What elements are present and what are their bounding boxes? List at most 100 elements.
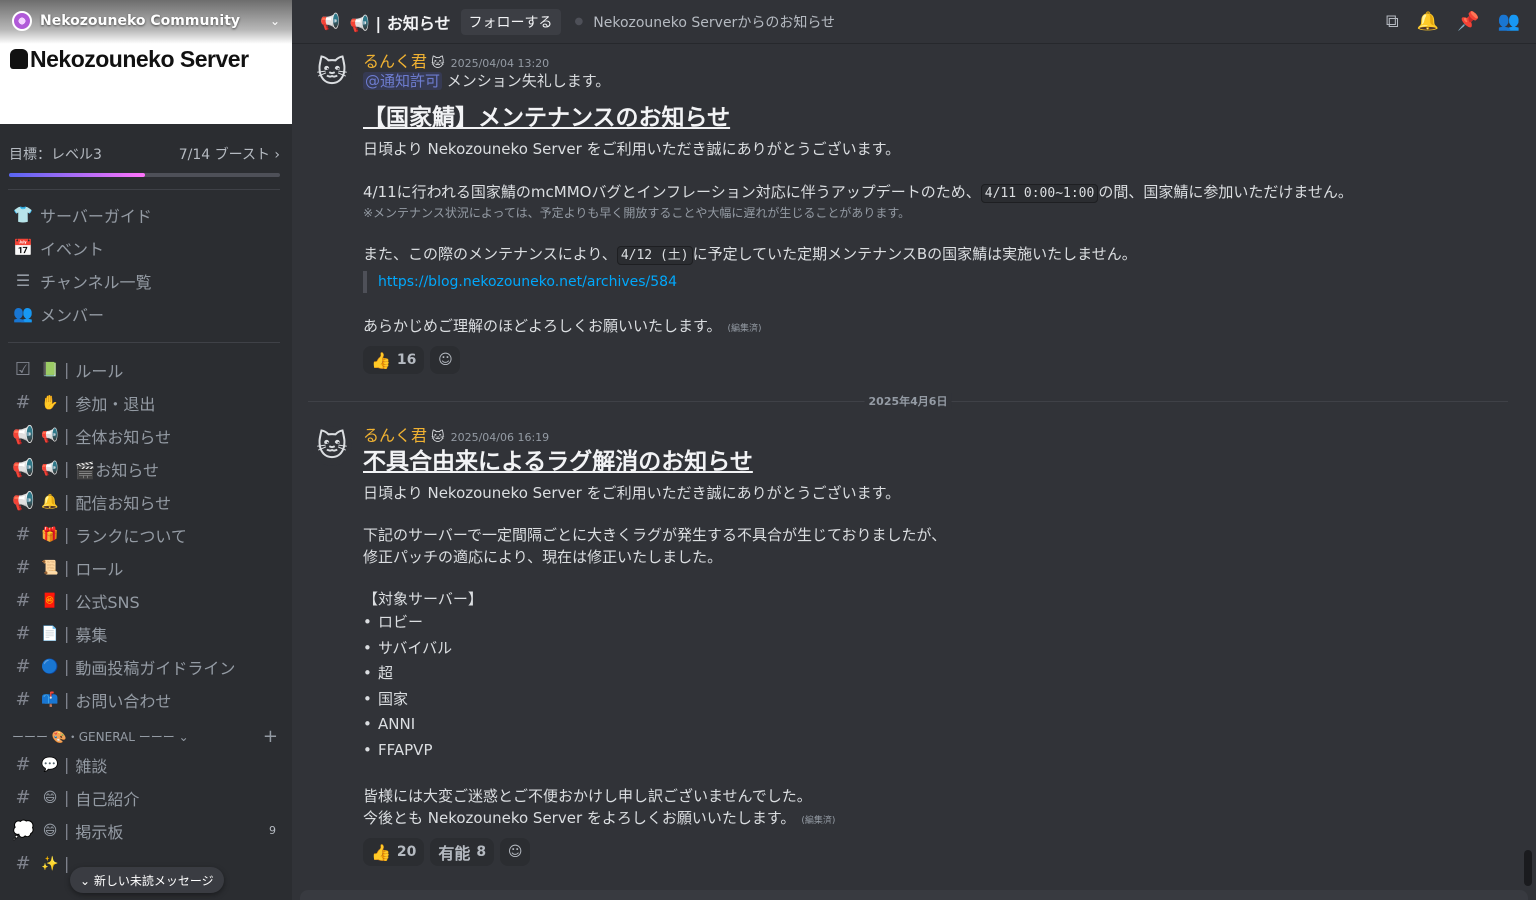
channel-emoji-icon: 📗 [41,361,59,378]
server-banner: Nekozouneko Community ⌄ Nekozouneko Serv… [0,0,292,124]
message-composer[interactable] [300,890,1528,900]
channel-separator: | [64,788,70,807]
add-reaction-button[interactable]: ☺ [430,346,461,374]
reactions: 👍 20 有能 8 ☺ [363,838,1508,866]
members-icon[interactable]: 👥 [1498,11,1520,32]
channel-label: ロール [75,559,124,579]
boost-bar-fill [9,173,145,177]
timestamp: 2025/04/06 16:19 [450,431,550,444]
list-item: サバイバル [363,636,1508,662]
channel-separator: | [64,426,70,445]
server-list: ロビーサバイバル超国家ANNIFFAPVP [363,610,1508,763]
category-label[interactable]: ーーー 🎨・GENERAL ーーー ⌄ [12,728,189,745]
author-badge-icon: 🐱 [431,430,445,445]
channel-separator: | [64,657,70,676]
bell-icon[interactable]: 🔔 [1417,11,1439,32]
message-note: ※メンテナンス状況によっては、予定よりも早く開放することや大幅に遅れが生じること… [363,206,911,220]
nav-label: イベント [40,239,105,259]
channel-item[interactable]: # 🎁 | ランクについて [8,518,292,551]
pin-icon[interactable]: 📌 [1457,11,1479,32]
channel-title: 📢 | お知らせ [349,13,451,33]
category-general[interactable]: ーーー 🎨・GENERAL ーーー ⌄ + [0,716,292,747]
channel-item[interactable]: 📢 📢 | 全体お知らせ [8,419,292,452]
message-text: 日頃より Nekozouneko Server をご利用いただき誠にありがとうご… [363,484,901,502]
threads-icon[interactable]: ⧉ [1386,11,1399,32]
channel-emoji-icon: 📜 [41,559,59,576]
message-heading: 【国家鯖】メンテナンスのお知らせ [363,105,731,131]
channel-label: 動画投稿ガイドライン [75,658,236,678]
scrollbar-thumb[interactable] [1524,850,1532,886]
message-text: 下記のサーバーで一定間隔ごとに大きくラグが発生する不具合が生じておりましたが、 [363,526,947,544]
list-item: ロビー [363,610,1508,636]
cat-logo-icon [10,49,28,69]
nav-label: チャンネル一覧 [40,272,152,292]
nav-label: メンバー [40,305,105,325]
channel-item[interactable]: 📢 🔔 | 配信お知らせ [8,485,292,518]
reaction-button[interactable]: 👍 20 [363,838,425,866]
channel-type-icon: # [15,689,31,710]
author-name[interactable]: るんく君 [363,422,427,446]
server-nav: 👕 サーバーガイド 📅 イベント ☰ チャンネル一覧 👥 メンバー [0,190,292,330]
channel-emoji-icon: 📄 [41,625,59,642]
channel-item[interactable]: # 📫 | お問い合わせ [8,683,292,716]
reaction-button[interactable]: 有能 8 [430,838,495,866]
channel-emoji-icon: 🧧 [41,592,59,609]
channel-item[interactable]: # 📄 | 募集 [8,617,292,650]
timestamp: 2025/04/04 13:20 [450,57,550,70]
channel-item[interactable]: # 🧧 | 公式SNS [8,584,292,617]
channel-type-icon: # [15,392,31,413]
boost-progress[interactable]: 目標：レベル3 7/14 ブースト › [0,124,292,177]
nav-item[interactable]: 👥 メンバー [8,297,292,330]
add-reaction-button[interactable]: ☺ [500,838,531,866]
add-channel-icon[interactable]: + [263,726,278,747]
reaction-count: 16 [396,352,417,368]
avatar[interactable]: 🐱 [312,426,352,466]
channel-item[interactable]: # ✋ | 参加・退出 [8,386,292,419]
general-channel-list: # 💬 | 雑談 # 😄 | 自己紹介 💭 😄 | 掲示板 9 # ✨ | [0,746,292,880]
reaction-button[interactable]: 👍 16 [363,346,425,374]
new-unread-messages-button[interactable]: ⌄ 新しい未読メッセージ [70,867,224,893]
channel-item[interactable]: # 💬 | 雑談 [8,748,292,781]
channel-separator: | [64,821,70,840]
channel-emoji-icon: 😄 [42,789,58,806]
message-text: 4/11に行われる国家鯖のmcMMOバグとインフレーション対応に伴うアップデート… [363,183,981,201]
chevron-down-icon[interactable]: ⌄ [270,14,280,28]
channel-type-icon: 💭 [12,820,35,841]
channel-item[interactable]: # 📜 | ロール [8,551,292,584]
nav-item[interactable]: 📅 イベント [8,231,292,264]
nav-item[interactable]: ☰ チャンネル一覧 [8,264,292,297]
channel-item[interactable]: # 😄 | 自己紹介 [8,781,292,814]
reaction-count: 8 [476,844,487,860]
edited-label: (編集済) [727,324,762,334]
role-mention[interactable]: @通知許可 [363,72,443,90]
channel-item[interactable]: # 🔵 | 動画投稿ガイドライン [8,650,292,683]
channel-topic[interactable]: Nekozouneko Serverからのお知らせ [593,12,835,32]
avatar[interactable]: 🐱 [312,52,352,92]
channel-item[interactable]: ☑ 📗 | ルール [8,353,292,386]
channel-separator: | [64,393,70,412]
channel-emoji-icon: 😄 [42,822,58,839]
list-title: 【対象サーバー】 [363,590,483,608]
message-text: また、この際のメンテナンスにより、 [363,245,617,263]
channel-label: 配信お知らせ [75,493,172,513]
boost-goal: 目標：レベル3 [9,147,102,163]
list-item: 国家 [363,687,1508,713]
message: 🐱 るんく君 🐱 2025/04/06 16:19 不具合由来によるラグ解消のお… [312,422,1508,866]
channel-emoji-icon: 🔔 [41,493,59,510]
follow-button[interactable]: フォローする [460,8,561,35]
author-name[interactable]: るんく君 [363,48,427,72]
nav-item[interactable]: 👕 サーバーガイド [8,198,292,231]
boost-count[interactable]: 7/14 ブースト › [179,144,280,164]
nav-icon: 👕 [13,205,33,224]
boost-bar [9,173,280,177]
channel-item[interactable]: 💭 😄 | 掲示板 9 [8,814,292,847]
reaction-count: 20 [396,844,417,860]
channel-type-icon: # [15,557,31,578]
message-text: の間、国家鯖に参加いただけません。 [1098,183,1353,201]
channel-item[interactable]: 📢 📢 | 🎬お知らせ [8,452,292,485]
chat-area: 📢 📢 | お知らせ フォローする ● Nekozouneko Serverから… [292,0,1536,900]
blog-link[interactable]: https://blog.nekozouneko.net/archives/58… [378,274,677,290]
reaction-emoji-icon: 👍 [371,842,391,862]
channel-type-icon: ☑ [14,359,32,380]
server-header[interactable]: Nekozouneko Community ⌄ [0,0,292,42]
